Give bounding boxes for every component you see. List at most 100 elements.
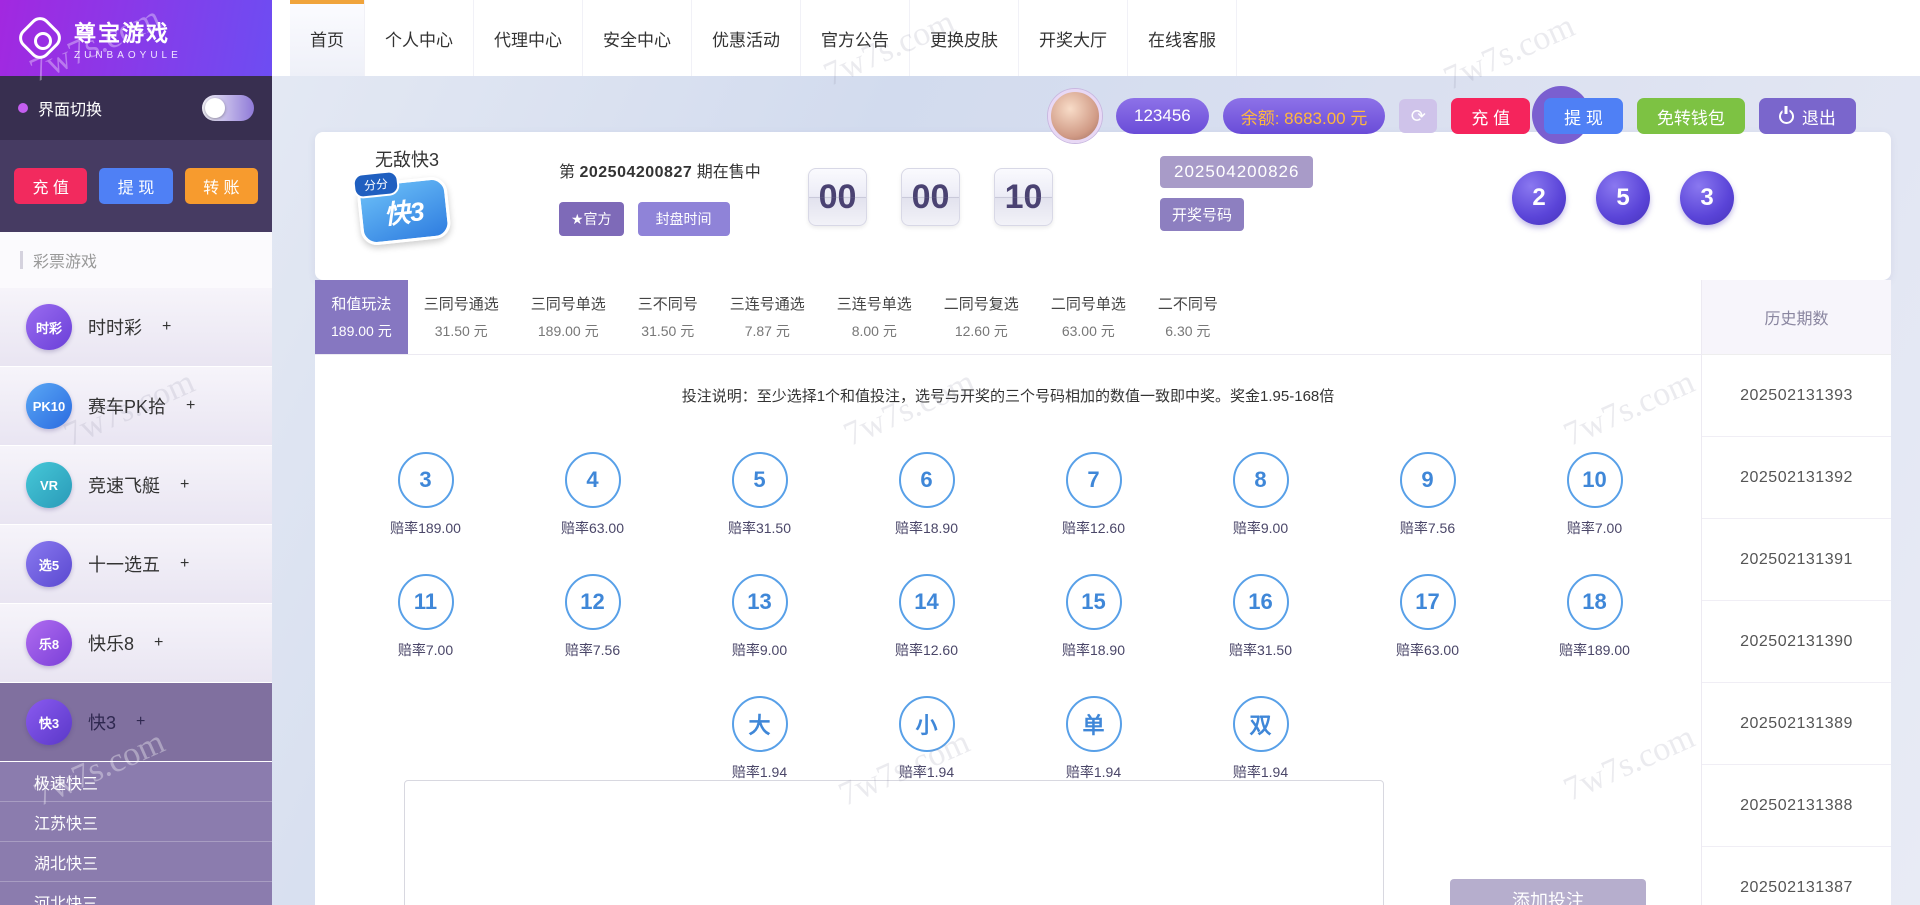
tab-sanbutonghao[interactable]: 三不同号 31.50 元 [622, 280, 714, 354]
tab-erbutonghao[interactable]: 二不同号 6.30 元 [1142, 280, 1234, 354]
sidebar-withdraw-button[interactable]: 提 现 [99, 168, 173, 204]
bet-number[interactable]: 大 [731, 696, 788, 752]
bet-number[interactable]: 3 [397, 452, 454, 508]
bet-number[interactable]: 6 [898, 452, 955, 508]
bet-option-4[interactable]: 4 赔率63.00 [509, 452, 676, 538]
bet-option-16[interactable]: 16 赔率31.50 [1177, 574, 1344, 660]
nav-item-online-service[interactable]: 在线客服 [1128, 0, 1237, 76]
bet-option-14[interactable]: 14 赔率12.60 [843, 574, 1010, 660]
bet-number[interactable]: 双 [1232, 696, 1289, 752]
bet-option-12[interactable]: 12 赔率7.56 [509, 574, 676, 660]
refresh-balance-icon[interactable]: ⟳ [1399, 99, 1438, 133]
bet-number[interactable]: 12 [564, 574, 621, 630]
sidebar-item-kuaile8[interactable]: 乐8 快乐8 + [0, 604, 272, 683]
tab-label: 二同号单选 [1050, 296, 1126, 313]
bet-option-3[interactable]: 3 赔率189.00 [342, 452, 509, 538]
bet-number[interactable]: 18 [1566, 574, 1623, 630]
bet-option-15[interactable]: 15 赔率18.90 [1010, 574, 1177, 660]
bet-option-5[interactable]: 5 赔率31.50 [676, 452, 843, 538]
bet-odds: 赔率189.00 [1559, 642, 1630, 658]
nav-item-agent-center[interactable]: 代理中心 [474, 0, 583, 76]
logo-ribbon: 分分 [351, 169, 401, 200]
bet-row-2: 11 赔率7.00 12 赔率7.56 13 赔率9.00 14 赔率12.60 15 赔… [342, 574, 1701, 660]
tab-label: 三同号通选 [423, 296, 499, 313]
submenu-item-jisu-kuai3[interactable]: 极速快三 [0, 762, 272, 802]
bet-odds: 赔率9.00 [1232, 520, 1289, 536]
sidebar-item-kuai3[interactable]: 快3 快3 + [0, 683, 272, 762]
sidebar-item-pk10[interactable]: PK10 赛车PK拾 + [0, 367, 272, 446]
nav-item-announcements[interactable]: 官方公告 [801, 0, 910, 76]
bet-number[interactable]: 14 [898, 574, 955, 630]
expand-plus-icon: + [186, 397, 196, 414]
submenu-item-jiangsu-kuai3[interactable]: 江苏快三 [0, 802, 272, 842]
bet-option-small[interactable]: 小赔率1.94 [843, 696, 1010, 782]
tab-ertonghao-danxuan[interactable]: 二同号单选 63.00 元 [1035, 280, 1142, 354]
nav-item-home[interactable]: 首页 [290, 0, 365, 76]
history-panel: 历史期数 202502131393 202502131392 202502131… [1701, 280, 1891, 905]
nav-item-change-skin[interactable]: 更换皮肤 [910, 0, 1019, 76]
brand-logo[interactable]: 尊宝游戏 ZUNBAOYULE [0, 0, 272, 76]
logout-button[interactable]: 退出 [1758, 98, 1856, 134]
bet-odds: 赔率1.94 [1232, 764, 1289, 780]
submenu-item-hubei-kuai3[interactable]: 湖北快三 [0, 842, 272, 882]
tab-price: 6.30 元 [1165, 323, 1211, 339]
bet-number[interactable]: 17 [1399, 574, 1456, 630]
tab-label: 二同号复选 [943, 296, 1019, 313]
tab-santonghao-tongxuan[interactable]: 三同号通选 31.50 元 [408, 280, 515, 354]
sidebar-recharge-button[interactable]: 充 值 [14, 168, 88, 204]
bet-option-10[interactable]: 10 赔率7.00 [1511, 452, 1678, 538]
nav-item-promotions[interactable]: 优惠活动 [692, 0, 801, 76]
bet-odds: 赔率1.94 [1065, 764, 1122, 780]
tab-santonghao-danxuan[interactable]: 三同号单选 189.00 元 [515, 280, 622, 354]
free-wallet-button[interactable]: 免转钱包 [1636, 98, 1745, 134]
issue-suffix: 期在售中 [696, 164, 761, 181]
bet-odds: 赔率18.90 [894, 520, 959, 536]
sidebar-item-feiting[interactable]: VR 竞速飞艇 + [0, 446, 272, 525]
nav-item-security-center[interactable]: 安全中心 [583, 0, 692, 76]
tab-hezhi[interactable]: 和值玩法 189.00 元 [315, 280, 408, 354]
play-type-tabs: 和值玩法 189.00 元 三同号通选 31.50 元 三同号单选 189.00… [315, 280, 1701, 355]
tab-sanlianhao-danxuan[interactable]: 三连号单选 8.00 元 [821, 280, 928, 354]
bet-option-18[interactable]: 18 赔率189.00 [1511, 574, 1678, 660]
bet-number[interactable]: 11 [397, 574, 454, 630]
bet-number[interactable]: 单 [1065, 696, 1122, 752]
tab-ertonghao-fuxuan[interactable]: 二同号复选 12.60 元 [928, 280, 1035, 354]
bet-number[interactable]: 13 [731, 574, 788, 630]
bet-number[interactable]: 5 [731, 452, 788, 508]
sidebar-item-11x5[interactable]: 选5 十一选五 + [0, 525, 272, 604]
bet-option-9[interactable]: 9 赔率7.56 [1344, 452, 1511, 538]
bet-option-even[interactable]: 双赔率1.94 [1177, 696, 1344, 782]
submenu-item-hebei-kuai3[interactable]: 河北快三 [0, 882, 272, 905]
bet-option-odd[interactable]: 单赔率1.94 [1010, 696, 1177, 782]
withdraw-button[interactable]: 提 现 [1532, 86, 1623, 144]
bet-number[interactable]: 4 [564, 452, 621, 508]
add-bet-button[interactable]: 添加投注 [1450, 879, 1646, 905]
bet-number[interactable]: 8 [1232, 452, 1289, 508]
bet-option-13[interactable]: 13 赔率9.00 [676, 574, 843, 660]
bet-option-7[interactable]: 7 赔率12.60 [1010, 452, 1177, 538]
bet-number[interactable]: 15 [1065, 574, 1122, 630]
bet-number[interactable]: 小 [898, 696, 955, 752]
bet-number[interactable]: 16 [1232, 574, 1289, 630]
bet-option-11[interactable]: 11 赔率7.00 [342, 574, 509, 660]
bet-number[interactable]: 7 [1065, 452, 1122, 508]
ui-switch-toggle[interactable] [202, 95, 254, 121]
recharge-button[interactable]: 充 值 [1451, 98, 1531, 134]
bet-options-grid: 3 赔率189.00 4 赔率63.00 5 赔率31.50 6 赔率18.90 7 赔率… [315, 452, 1701, 782]
bet-odds: 赔率9.00 [731, 642, 788, 658]
nav-item-personal-center[interactable]: 个人中心 [365, 0, 474, 76]
bet-number[interactable]: 10 [1566, 452, 1623, 508]
speedboat-icon: VR [26, 462, 72, 508]
bet-option-17[interactable]: 17 赔率63.00 [1344, 574, 1511, 660]
bet-number[interactable]: 9 [1399, 452, 1456, 508]
sidebar-transfer-button[interactable]: 转 账 [184, 168, 258, 204]
tab-sanlianhao-tongxuan[interactable]: 三连号通选 7.87 元 [714, 280, 821, 354]
avatar[interactable] [1048, 89, 1102, 143]
bet-option-8[interactable]: 8 赔率9.00 [1177, 452, 1344, 538]
current-issue-line: 第 202504200827 期在售中 [559, 158, 761, 182]
nav-item-draw-hall[interactable]: 开奖大厅 [1019, 0, 1128, 76]
bet-slip-input[interactable] [404, 780, 1384, 905]
sidebar-item-shishicai[interactable]: 时彩 时时彩 + [0, 288, 272, 367]
bet-option-6[interactable]: 6 赔率18.90 [843, 452, 1010, 538]
bet-option-big[interactable]: 大赔率1.94 [676, 696, 843, 782]
